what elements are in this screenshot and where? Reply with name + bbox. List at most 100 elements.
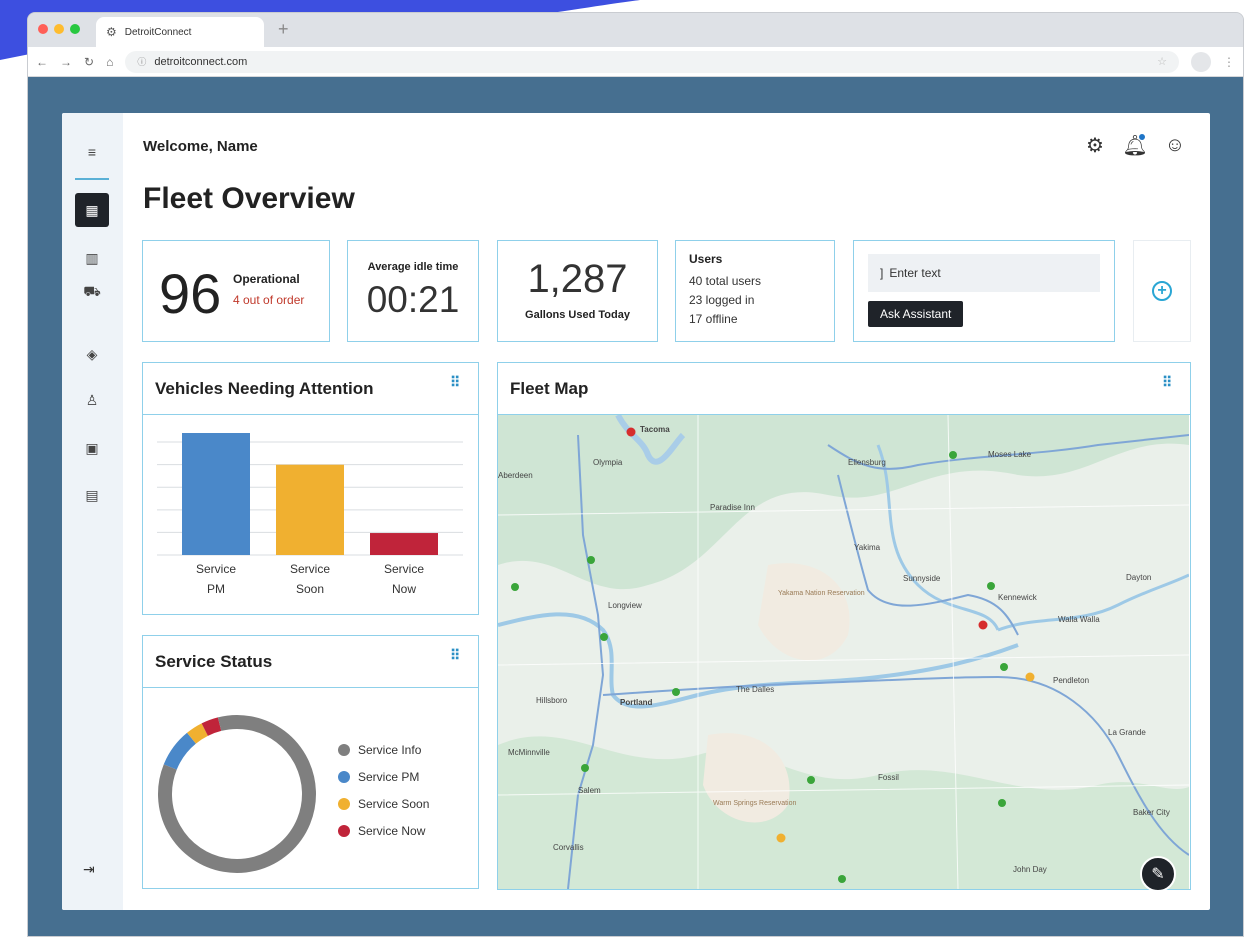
vehicle-marker-green[interactable] bbox=[838, 875, 846, 883]
vehicle-marker-green[interactable] bbox=[1000, 663, 1008, 671]
map-label-longview: Longview bbox=[608, 601, 642, 610]
back-arrow-icon[interactable]: ← bbox=[36, 55, 48, 69]
browser-tab-title: DetroitConnect bbox=[124, 26, 192, 38]
users-logged-in: 23 logged in bbox=[689, 293, 755, 307]
minimize-window-button[interactable] bbox=[54, 24, 64, 34]
vehicle-marker-red[interactable] bbox=[626, 427, 636, 437]
browser-menu-icon[interactable]: ⋮ bbox=[1223, 55, 1235, 69]
out-of-order-text: 4 out of order bbox=[233, 293, 305, 307]
vehicle-marker-green[interactable] bbox=[672, 688, 680, 696]
operational-kpi-card: 96 Operational 4 out of order bbox=[142, 240, 330, 342]
map-label-paradise-inn: Paradise Inn bbox=[710, 503, 755, 512]
logout-icon[interactable]: ⇥ bbox=[83, 861, 95, 878]
reload-icon[interactable]: ↻ bbox=[84, 55, 94, 69]
ask-assistant-button[interactable]: Ask Assistant bbox=[868, 301, 964, 327]
dashboard-icon[interactable]: ▦ bbox=[75, 193, 109, 227]
main-content: Welcome, Name Fleet Overview ⚙ 🔔︎ ☺ 96 O… bbox=[123, 113, 1210, 910]
service-status-panel: Service Status ⠿ Service Info Service PM S… bbox=[142, 635, 479, 889]
vehicles-bar-chart: Service PM Service Soon Service Now bbox=[157, 433, 463, 596]
vehicle-marker-green[interactable] bbox=[987, 582, 995, 590]
legend-item: Service Now bbox=[338, 817, 429, 844]
map-label-yakima: Yakima bbox=[854, 543, 881, 552]
map-label-fossil: Fossil bbox=[878, 773, 899, 782]
vehicle-marker-yellow[interactable] bbox=[1025, 672, 1035, 682]
vehicle-marker-green[interactable] bbox=[511, 583, 519, 591]
drag-handle-icon[interactable]: ⠿ bbox=[450, 648, 460, 662]
edit-pencil-button[interactable]: ✎ bbox=[1140, 856, 1176, 892]
map-label-portland: Portland bbox=[620, 698, 653, 707]
service-donut-chart bbox=[158, 715, 316, 873]
browser-tabbar: ⚙ DetroitConnect + bbox=[28, 13, 1243, 47]
map-label-corvallis: Corvallis bbox=[553, 843, 584, 852]
text-cursor: ] bbox=[880, 266, 884, 280]
vehicles-panel-title: Vehicles Needing Attention bbox=[155, 378, 374, 398]
url-text: detroitconnect.com bbox=[154, 55, 248, 68]
id-card-icon[interactable]: ▣ bbox=[75, 431, 109, 465]
vehicle-marker-red[interactable] bbox=[978, 620, 988, 630]
service-legend: Service Info Service PM Service Soon Servic… bbox=[338, 736, 429, 844]
bookmark-star-icon[interactable]: ☆ bbox=[1157, 55, 1167, 68]
legend-label: Service PM bbox=[358, 769, 420, 784]
home-icon[interactable]: ⌂ bbox=[106, 55, 113, 69]
map-panel-header: Fleet Map ⠿ bbox=[498, 363, 1190, 415]
map-label-ellensburg: Ellensburg bbox=[848, 458, 886, 467]
operational-label: Operational bbox=[233, 272, 300, 286]
hamburger-menu-icon[interactable]: ≡ bbox=[75, 135, 109, 169]
map-label-baker-city: Baker City bbox=[1133, 808, 1170, 817]
url-input[interactable]: ⓘ detroitconnect.com ☆ bbox=[125, 50, 1179, 73]
map-label-the-dalles: The Dalles bbox=[736, 685, 774, 694]
app-shell: ≡ ▦ ▥ ⛟ ◈ ♙ ▣ ▤ ⇥ Welcome, Name Fleet Ov… bbox=[62, 113, 1210, 910]
route-icon[interactable]: ◈ bbox=[75, 337, 109, 371]
gallons-value: 1,287 bbox=[527, 257, 628, 301]
map-label-tacoma: Tacoma bbox=[640, 425, 670, 434]
users-title: Users bbox=[689, 252, 723, 266]
vehicles-panel-header: Vehicles Needing Attention ⠿ bbox=[143, 363, 478, 415]
vehicle-marker-green[interactable] bbox=[600, 633, 608, 641]
account-avatar-icon[interactable]: ☺ bbox=[1163, 133, 1187, 157]
vehicle-marker-yellow[interactable] bbox=[776, 833, 786, 843]
close-window-button[interactable] bbox=[38, 24, 48, 34]
vehicle-marker-green[interactable] bbox=[807, 776, 815, 784]
forward-arrow-icon[interactable]: → bbox=[60, 55, 72, 69]
vehicle-marker-green[interactable] bbox=[949, 451, 957, 459]
map-label-salem: Salem bbox=[578, 786, 601, 795]
browser-tab[interactable]: ⚙ DetroitConnect bbox=[96, 17, 264, 47]
legend-label: Service Info bbox=[358, 742, 422, 757]
truck-icon[interactable]: ⛟ bbox=[75, 275, 109, 309]
map-label-hillsboro: Hillsboro bbox=[536, 696, 568, 705]
vehicle-marker-green[interactable] bbox=[998, 799, 1006, 807]
header-actions: ⚙ 🔔︎ ☺ bbox=[1083, 133, 1187, 157]
drag-handle-icon[interactable]: ⠿ bbox=[1162, 375, 1172, 389]
legend-item: Service Soon bbox=[338, 790, 429, 817]
legend-swatch bbox=[338, 824, 350, 837]
donut-slice-service-soon bbox=[187, 723, 209, 744]
users-icon[interactable]: ♙ bbox=[75, 383, 109, 417]
add-circle-icon[interactable]: + bbox=[1152, 281, 1172, 301]
map-icon[interactable]: ▥ bbox=[75, 241, 109, 275]
map-label-john-day: John Day bbox=[1013, 865, 1047, 874]
drag-handle-icon[interactable]: ⠿ bbox=[450, 375, 460, 389]
welcome-text: Welcome, Name bbox=[143, 138, 258, 155]
maximize-window-button[interactable] bbox=[70, 24, 80, 34]
operational-count: 96 bbox=[159, 262, 222, 325]
report-icon[interactable]: ▤ bbox=[75, 478, 109, 512]
settings-gear-icon[interactable]: ⚙ bbox=[1083, 133, 1107, 157]
gear-favicon-icon: ⚙ bbox=[106, 25, 117, 39]
idle-time-label: Average idle time bbox=[367, 261, 459, 273]
bar-category-label: Service bbox=[384, 562, 424, 576]
vehicle-marker-green[interactable] bbox=[581, 764, 589, 772]
notification-bell-icon[interactable]: 🔔︎ bbox=[1122, 133, 1148, 157]
users-offline: 17 offline bbox=[689, 312, 738, 326]
browser-profile-avatar[interactable] bbox=[1191, 51, 1211, 72]
fleet-map[interactable]: Tacoma Olympia Aberdeen Moses Lake Ellen… bbox=[498, 415, 1189, 889]
bar-service-pm bbox=[182, 433, 250, 555]
legend-label: Service Soon bbox=[358, 796, 430, 811]
users-total: 40 total users bbox=[689, 274, 762, 288]
map-label-olympia: Olympia bbox=[593, 458, 623, 467]
vehicle-marker-green[interactable] bbox=[587, 556, 595, 564]
new-tab-icon[interactable]: + bbox=[278, 19, 289, 40]
assistant-input[interactable]: ] Enter text bbox=[868, 254, 1100, 292]
map-label-aberdeen: Aberdeen bbox=[498, 471, 533, 480]
map-label-kennewick: Kennewick bbox=[998, 593, 1038, 602]
add-widget-card[interactable]: + bbox=[1133, 240, 1191, 342]
